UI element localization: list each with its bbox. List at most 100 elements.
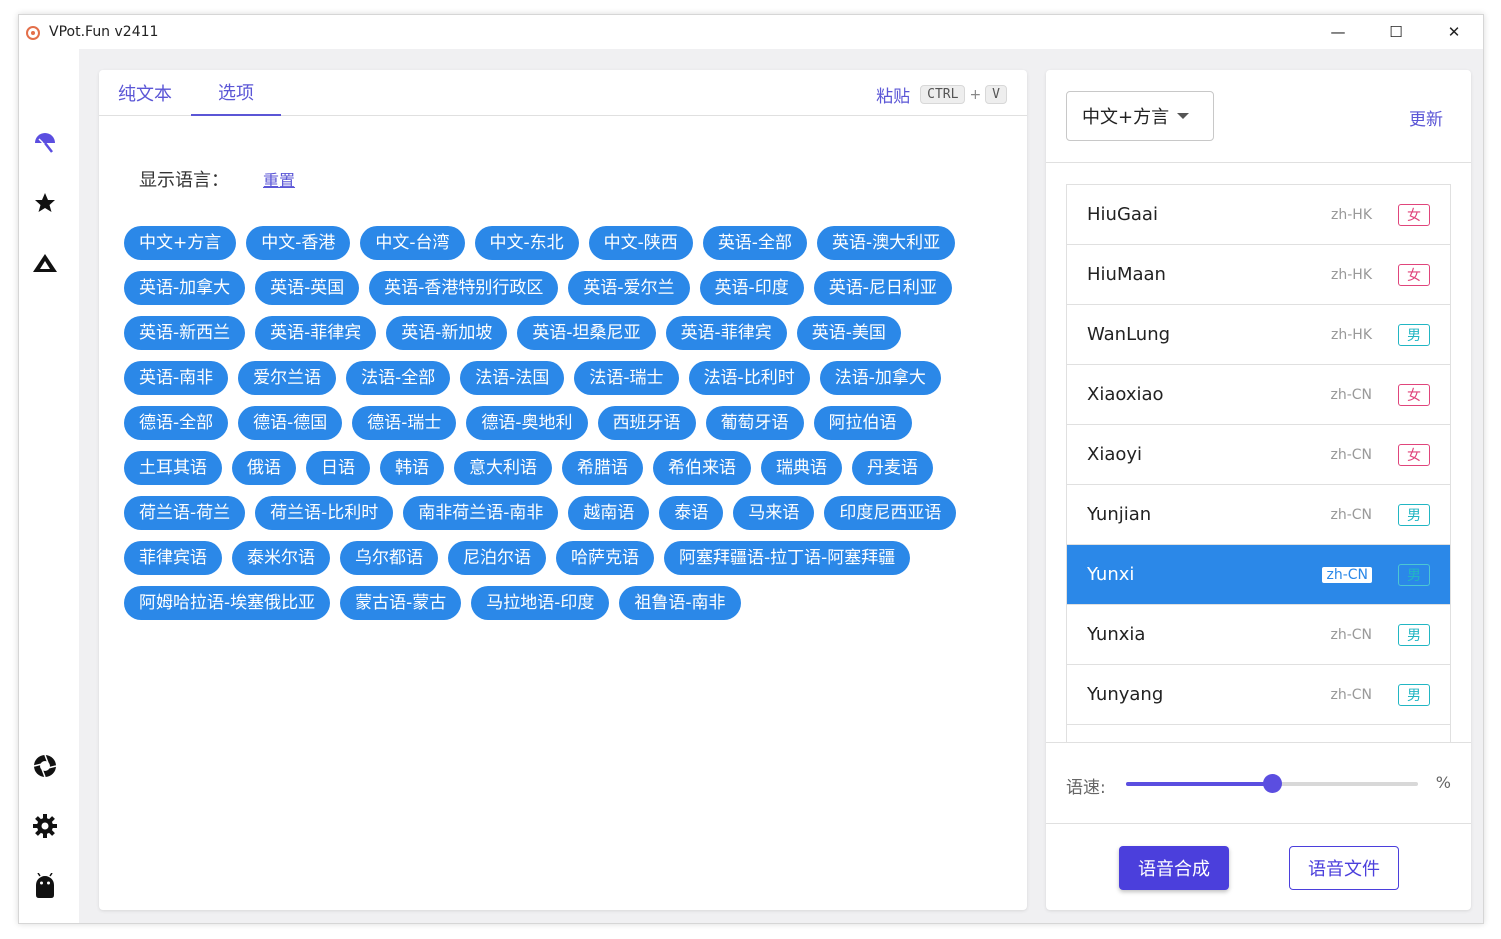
language-chip[interactable]: 哈萨克语 (556, 541, 654, 575)
language-chip[interactable]: 英语-全部 (702, 226, 807, 260)
language-chip[interactable]: 日语 (306, 451, 370, 485)
language-chip[interactable]: 德语-全部 (124, 406, 229, 440)
gear-icon[interactable] (31, 812, 59, 840)
language-chip[interactable]: 希腊语 (562, 451, 643, 485)
language-chip[interactable]: 英语-尼日利亚 (813, 271, 952, 305)
language-chip[interactable]: 法语-全部 (346, 361, 451, 395)
language-chip[interactable]: 尼泊尔语 (448, 541, 546, 575)
voice-name: Yunxia (1087, 624, 1146, 645)
language-chip[interactable]: 土耳其语 (124, 451, 222, 485)
maximize-button[interactable]: ☐ (1367, 15, 1425, 49)
minimize-button[interactable]: — (1309, 15, 1367, 49)
voice-row[interactable]: Xiaoxiao zh-CN 女 (1067, 365, 1450, 425)
language-chip[interactable]: 英语-英国 (255, 271, 360, 305)
language-chip[interactable]: 中文-香港 (246, 226, 351, 260)
tab-plain-text[interactable]: 纯文本 (99, 70, 191, 116)
language-chip[interactable]: 印度尼西亚语 (824, 496, 957, 530)
language-chip[interactable]: 乌尔都语 (340, 541, 438, 575)
language-chip[interactable]: 韩语 (380, 451, 444, 485)
language-chip[interactable]: 中文-东北 (474, 226, 579, 260)
language-chip[interactable]: 英语-香港特别行政区 (369, 271, 559, 305)
voice-name: Xiaoxiao (1087, 384, 1164, 405)
voice-row[interactable]: HiuGaai zh-HK 女 (1067, 185, 1450, 245)
language-chip[interactable]: 荷兰语-比利时 (255, 496, 394, 530)
language-chip[interactable]: 法语-加拿大 (819, 361, 941, 395)
language-chip[interactable]: 德语-德国 (238, 406, 343, 440)
voice-row[interactable]: Yunxi zh-CN 男 (1067, 545, 1450, 605)
refresh-link[interactable]: 更新 (1409, 105, 1443, 130)
voice-row[interactable]: Yunjian zh-CN 男 (1067, 485, 1450, 545)
paste-shortcut[interactable]: 粘贴 CTRL + V (876, 82, 1007, 107)
audio-file-button[interactable]: 语音文件 (1289, 846, 1399, 890)
speed-slider-thumb[interactable] (1263, 774, 1282, 793)
language-chip[interactable]: 葡萄牙语 (705, 406, 804, 440)
language-chip[interactable]: 英语-爱尔兰 (568, 271, 690, 305)
language-chip[interactable]: 希伯来语 (653, 451, 751, 485)
language-chip[interactable]: 蒙古语-蒙古 (340, 586, 462, 620)
language-chip[interactable]: 意大利语 (454, 451, 552, 485)
language-chip[interactable]: 西班牙语 (597, 406, 696, 440)
aperture-icon[interactable] (31, 752, 59, 780)
language-chip[interactable]: 英语-美国 (796, 316, 901, 350)
language-chip[interactable]: 英语-澳大利亚 (816, 226, 956, 260)
language-chip[interactable]: 泰米尔语 (232, 541, 330, 575)
voice-gender-badge: 男 (1398, 623, 1430, 646)
paste-label[interactable]: 粘贴 (876, 82, 910, 107)
android-icon[interactable] (31, 872, 59, 900)
language-chip[interactable]: 阿拉伯语 (813, 406, 912, 440)
language-chip[interactable]: 马拉地语-印度 (471, 586, 610, 620)
language-chip[interactable]: 马来语 (733, 496, 815, 530)
language-chip[interactable]: 英语-印度 (699, 271, 804, 305)
language-chip[interactable]: 德语-奥地利 (466, 406, 588, 440)
language-chip[interactable]: 俄语 (232, 451, 296, 485)
language-chip[interactable]: 中文-台湾 (360, 226, 465, 260)
language-chip[interactable]: 英语-菲律宾 (255, 316, 377, 350)
language-chip[interactable]: 荷兰语-荷兰 (124, 496, 246, 530)
umbrella-icon[interactable] (31, 129, 59, 157)
language-header: 显示语言： 重置 (139, 166, 295, 192)
language-chip[interactable]: 阿塞拜疆语-拉丁语-阿塞拜疆 (664, 541, 911, 575)
reset-link[interactable]: 重置 (263, 167, 295, 191)
mountain-logo-icon[interactable] (31, 249, 59, 277)
language-chip[interactable]: 法语-比利时 (688, 361, 810, 395)
language-chip[interactable]: 英语-菲律宾 (665, 316, 787, 350)
voice-row[interactable]: Yunyang zh-CN 男 (1067, 665, 1450, 725)
language-filter-select[interactable]: 中文+方言 (1066, 91, 1214, 141)
language-chip[interactable]: 中文-陕西 (588, 226, 693, 260)
language-chip[interactable]: 英语-坦桑尼亚 (517, 316, 656, 350)
voice-row[interactable]: Yunxia zh-CN 男 (1067, 605, 1450, 665)
language-chip[interactable]: 祖鲁语-南非 (619, 586, 741, 620)
language-chip[interactable]: 瑞典语 (761, 451, 842, 485)
language-chip[interactable]: 法语-法国 (460, 361, 565, 395)
language-chip[interactable]: 泰语 (659, 496, 724, 530)
language-chip-list: 中文+方言 中文-香港 中文-台湾 中文-东北 中文-陕西 英语-全部 英语-澳大利亚 英语-… (124, 226, 1004, 631)
language-filter-value: 中文+方言 (1082, 107, 1170, 128)
language-chip[interactable]: 菲律宾语 (124, 541, 222, 575)
language-chip[interactable]: 阿姆哈拉语-埃塞俄比亚 (124, 586, 331, 620)
voice-panel-header: 中文+方言 更新 (1046, 70, 1471, 163)
title-bar: VPot.Fun v2411 — ☐ ✕ (19, 15, 1483, 49)
language-chip[interactable]: 英语-南非 (124, 361, 229, 395)
tab-options[interactable]: 选项 (191, 70, 281, 116)
voice-row[interactable]: WanLung zh-HK 男 (1067, 305, 1450, 365)
synthesize-button[interactable]: 语音合成 (1119, 846, 1229, 890)
voice-row[interactable]: HiuMaan zh-HK 女 (1067, 245, 1450, 305)
voice-locale: zh-CN (1330, 686, 1372, 703)
sidebar (19, 49, 79, 923)
language-chip[interactable]: 英语-新西兰 (124, 316, 246, 350)
language-chip[interactable]: 南非荷兰语-南非 (403, 496, 559, 530)
language-chip[interactable]: 英语-新加坡 (386, 316, 508, 350)
close-button[interactable]: ✕ (1425, 15, 1483, 49)
language-chip[interactable]: 丹麦语 (852, 451, 933, 485)
voice-gender-badge: 男 (1398, 683, 1430, 706)
language-chip[interactable]: 英语-加拿大 (124, 271, 246, 305)
language-chip[interactable]: 爱尔兰语 (238, 361, 337, 395)
language-chip[interactable]: 德语-瑞士 (352, 406, 457, 440)
language-chip[interactable]: 中文+方言 (124, 226, 237, 260)
speed-slider[interactable] (1126, 774, 1418, 793)
language-chip[interactable]: 越南语 (568, 496, 650, 530)
voice-locale: zh-HK (1331, 326, 1372, 343)
voice-row[interactable]: Xiaoyi zh-CN 女 (1067, 425, 1450, 485)
language-chip[interactable]: 法语-瑞士 (574, 361, 679, 395)
star-icon[interactable] (31, 189, 59, 217)
